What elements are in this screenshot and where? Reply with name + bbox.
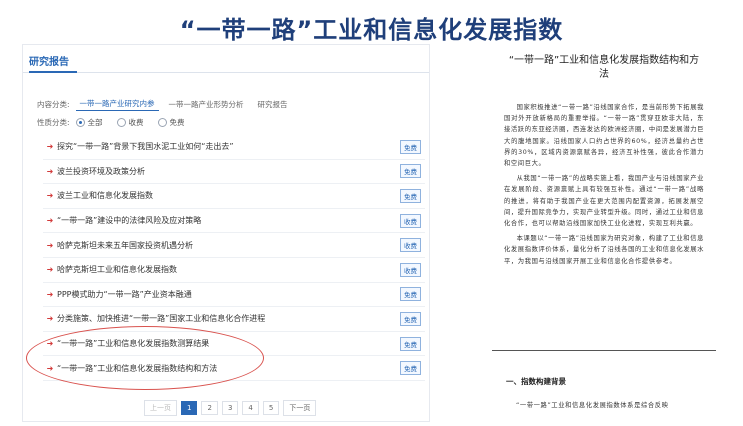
- content-filter-option[interactable]: 研究报告: [254, 98, 292, 111]
- content-filter-option[interactable]: 一带一路产业形势分析: [165, 98, 248, 111]
- list-item[interactable]: ➜ 波兰工业和信息化发展指数 免费: [43, 184, 425, 209]
- page-button[interactable]: 1: [181, 401, 198, 415]
- nature-filter-row: 性质分类: 全部 收费 免费: [37, 117, 193, 128]
- arrow-right-icon: ➜: [46, 166, 54, 176]
- list-item-title: 波兰工业和信息化发展指数: [57, 191, 153, 201]
- list-item[interactable]: ➜ 哈萨克斯坦未来五年国家投资机遇分析 收费: [43, 233, 425, 258]
- arrow-right-icon: ➜: [46, 314, 54, 324]
- prev-page-button[interactable]: 上一页: [144, 400, 177, 416]
- page-button[interactable]: 3: [221, 401, 239, 415]
- radio-unchecked-icon: [116, 118, 126, 127]
- report-list-panel: 研究报告 内容分类: 一带一路产业研究内参 一带一路产业形势分析 研究报告 性质…: [22, 44, 430, 422]
- list-item-title: 哈萨克斯坦未来五年国家投资机遇分析: [57, 240, 193, 250]
- list-item-title: “一带一路”工业和信息化发展指数结构和方法: [57, 363, 218, 373]
- radio-label: 收费: [128, 118, 144, 127]
- radio-free[interactable]: 免费: [157, 117, 185, 128]
- content-filter-row: 内容分类: 一带一路产业研究内参 一带一路产业形势分析 研究报告: [37, 97, 292, 111]
- page-button[interactable]: 4: [242, 401, 259, 415]
- status-badge: 免费: [400, 311, 421, 326]
- radio-label: 全部: [87, 118, 103, 127]
- content-filter-option[interactable]: 一带一路产业研究内参: [75, 97, 159, 111]
- content-filter-label: 内容分类:: [37, 99, 70, 109]
- status-badge: 免费: [400, 139, 421, 154]
- radio-unchecked-icon: [157, 118, 167, 127]
- status-badge: 免费: [400, 188, 421, 203]
- radio-checked-icon: [75, 118, 85, 127]
- status-badge: 收费: [400, 262, 421, 277]
- list-item-title: PPP模式助力“一带一路”产业资本融通: [57, 289, 192, 299]
- document-body: 国家积极推进“一带一路”沿线国家合作，是当前形势下拓展我国对外开放新格局的重要举…: [492, 102, 716, 267]
- radio-paid[interactable]: 收费: [116, 117, 144, 128]
- document-title: “一带一路”工业和信息化发展指数结构和方法: [508, 55, 700, 80]
- status-badge: 收费: [400, 238, 421, 253]
- arrow-right-icon: ➜: [46, 142, 54, 152]
- page-button[interactable]: 5: [262, 401, 280, 415]
- document-preview: “一带一路”工业和信息化发展指数结构和方法 国家积极推进“一带一路”沿线国家合作…: [492, 44, 716, 426]
- status-badge: 免费: [400, 336, 421, 351]
- document-paragraph: 本课题以“一带一路”沿线国家为研究对象，构建了工业和信息化发展指数评价体系，量化…: [504, 235, 705, 265]
- list-item[interactable]: ➜ “一带一路”工业和信息化发展指数测算结果 免费: [43, 332, 425, 357]
- list-item[interactable]: ➜ 分类施策、加快推进“一带一路”国家工业和信息化合作进程 免费: [43, 307, 425, 332]
- arrow-right-icon: ➜: [46, 363, 54, 373]
- list-item-title: 哈萨克斯坦工业和信息化发展指数: [57, 265, 177, 275]
- arrow-right-icon: ➜: [46, 265, 54, 275]
- list-item[interactable]: ➜ 探究“一带一路”背景下我国水泥工业如何“走出去” 免费: [43, 135, 425, 160]
- radio-label: 免费: [169, 118, 185, 127]
- document-section-heading: 一、指数构建背景: [506, 377, 566, 386]
- panel-tab-bar: 研究报告: [23, 45, 429, 73]
- tab-underline: [29, 71, 77, 73]
- list-item-title: 分类施策、加快推进“一带一路”国家工业和信息化合作进程: [57, 314, 266, 324]
- radio-all[interactable]: 全部: [75, 117, 103, 128]
- status-badge: 免费: [400, 361, 421, 376]
- status-badge: 收费: [400, 213, 421, 228]
- nature-filter-label: 性质分类:: [37, 118, 70, 127]
- tab-research-reports[interactable]: 研究报告: [29, 53, 69, 68]
- arrow-right-icon: ➜: [46, 339, 54, 349]
- slide-title: “一带一路”工业和信息化发展指数: [179, 16, 564, 44]
- status-badge: 免费: [400, 164, 421, 179]
- list-item[interactable]: ➜ 哈萨克斯坦工业和信息化发展指数 收费: [43, 258, 425, 283]
- page-button[interactable]: 2: [201, 401, 218, 415]
- document-section-text: “一带一路”工业和信息化发展指数体系是综合反映: [516, 402, 669, 409]
- document-paragraph: 从我国“一带一路”的战略实施上看，我国产业与沿线国家产业在发展阶段、资源禀赋上具…: [504, 175, 705, 228]
- list-item-title: 波兰投资环境及政策分析: [57, 166, 145, 176]
- list-item[interactable]: ➜ “一带一路”建设中的法律风险及应对策略 收费: [43, 209, 425, 234]
- list-item-title: “一带一路”建设中的法律风险及应对策略: [57, 216, 202, 226]
- report-list: ➜ 探究“一带一路”背景下我国水泥工业如何“走出去” 免费 ➜ 波兰投资环境及政…: [43, 135, 425, 381]
- next-page-button[interactable]: 下一页: [283, 400, 317, 416]
- document-divider: [492, 350, 716, 351]
- list-item[interactable]: ➜ 波兰投资环境及政策分析 免费: [43, 160, 425, 185]
- arrow-right-icon: ➜: [46, 240, 54, 250]
- pagination: 上一页 1 2 3 4 5 下一页: [144, 400, 317, 416]
- list-item[interactable]: ➜ “一带一路”工业和信息化发展指数结构和方法 免费: [43, 356, 425, 381]
- document-paragraph: 国家积极推进“一带一路”沿线国家合作，是当前形势下拓展我国对外开放新格局的重要举…: [504, 104, 705, 168]
- list-item[interactable]: ➜ PPP模式助力“一带一路”产业资本融通 免费: [43, 283, 425, 308]
- status-badge: 免费: [400, 287, 421, 302]
- arrow-right-icon: ➜: [46, 289, 54, 299]
- arrow-right-icon: ➜: [46, 191, 54, 201]
- list-item-title: “一带一路”工业和信息化发展指数测算结果: [57, 339, 210, 349]
- list-item-title: 探究“一带一路”背景下我国水泥工业如何“走出去”: [57, 142, 234, 152]
- arrow-right-icon: ➜: [46, 216, 54, 226]
